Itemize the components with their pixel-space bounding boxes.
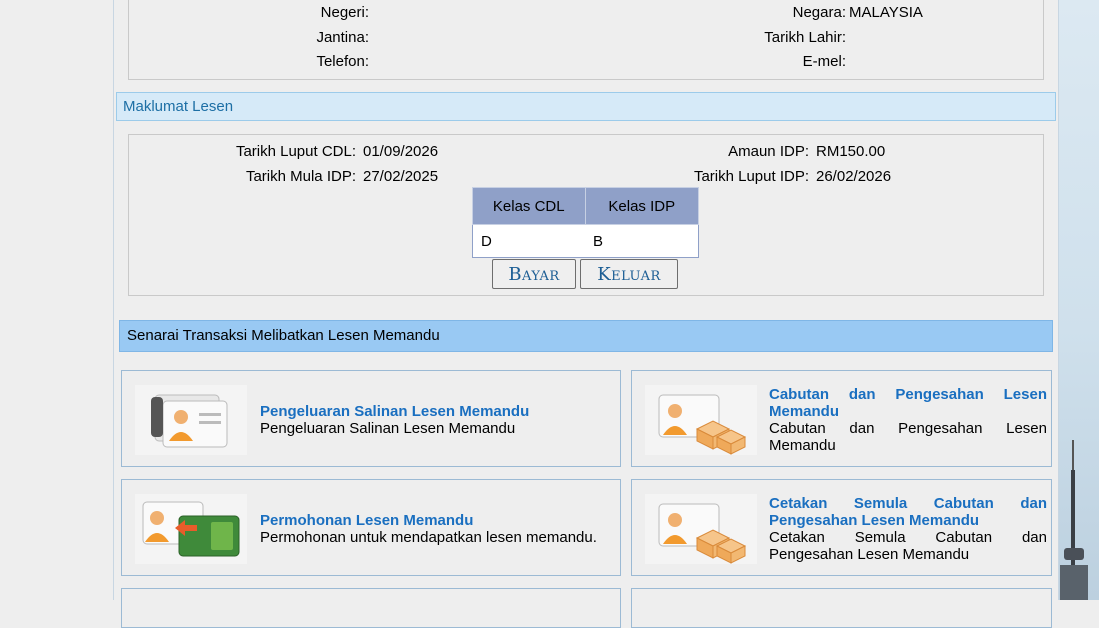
card-title[interactable]: Permohonan Lesen Memandu <box>260 512 610 529</box>
card-text: Cetakan Semula Cabutan dan Pengesahan Le… <box>769 495 1047 563</box>
transaction-card-cetakan-semula[interactable]: Cetakan Semula Cabutan dan Pengesahan Le… <box>631 479 1052 576</box>
tarikh-mula-idp-label: Tarikh Mula IDP: <box>245 168 356 185</box>
transaction-card-partial-left[interactable] <box>121 588 621 628</box>
telefon-label: Telefon: <box>316 53 369 70</box>
transaction-card-cabutan-pengesahan[interactable]: Cabutan dan Pengesahan Lesen Memandu Cab… <box>631 370 1052 467</box>
card-desc: Cetakan Semula Cabutan dan Pengesahan Le… <box>769 529 1047 563</box>
card-title[interactable]: Cetakan Semula Cabutan dan Pengesahan Le… <box>769 495 1047 529</box>
card-text: Cabutan dan Pengesahan Lesen Memandu Cab… <box>769 386 1047 454</box>
kelas-idp-cell: B <box>585 224 699 258</box>
page-content: Negeri: Negara: MALAYSIA Jantina: Tarikh… <box>113 0 1059 628</box>
tarikh-lahir-label: Tarikh Lahir: <box>764 29 846 46</box>
tarikh-luput-cdl-value: 01/09/2026 <box>363 143 439 160</box>
tower-antenna <box>1072 440 1074 472</box>
tarikh-mula-idp-value: 27/02/2025 <box>363 168 439 185</box>
transaction-card-partial-right[interactable] <box>631 588 1052 628</box>
kelas-table: Kelas CDL Kelas IDP D B <box>472 187 699 258</box>
tower-pod <box>1064 548 1084 560</box>
license-apply-icon <box>135 494 247 564</box>
keluar-button[interactable]: Keluar <box>580 259 678 289</box>
background-skyline <box>1058 0 1099 600</box>
kelas-idp-header: Kelas IDP <box>584 187 699 225</box>
table-row: D B <box>472 224 699 258</box>
license-boxes-icon <box>645 494 757 564</box>
tarikh-luput-cdl-label: Tarikh Luput CDL: <box>235 143 356 160</box>
card-text: Permohonan Lesen Memandu Permohonan untu… <box>260 512 610 546</box>
amaun-idp-value: RM150.00 <box>816 143 886 160</box>
transaction-card-permohonan-lesen[interactable]: Permohonan Lesen Memandu Permohonan untu… <box>121 479 621 576</box>
card-title[interactable]: Cabutan dan Pengesahan Lesen Memandu <box>769 386 1047 420</box>
maklumat-lesen-header: Maklumat Lesen <box>116 92 1056 121</box>
card-desc: Permohonan untuk mendapatkan lesen meman… <box>260 529 597 546</box>
license-boxes-icon <box>645 385 757 455</box>
jantina-label: Jantina: <box>316 29 369 46</box>
tarikh-luput-idp-value: 26/02/2026 <box>816 168 892 185</box>
personal-info-box: Negeri: Negara: MALAYSIA Jantina: Tarikh… <box>128 0 1044 80</box>
emel-label: E-mel: <box>802 53 846 70</box>
transaction-card-pengeluaran-salinan[interactable]: Pengeluaran Salinan Lesen Memandu Pengel… <box>121 370 621 467</box>
negara-label: Negara: <box>792 4 846 21</box>
kelas-cdl-cell: D <box>472 224 585 258</box>
license-card-icon <box>135 385 247 455</box>
senarai-transaksi-header: Senarai Transaksi Melibatkan Lesen Meman… <box>119 320 1053 352</box>
card-text: Pengeluaran Salinan Lesen Memandu Pengel… <box>260 403 610 437</box>
tarikh-luput-idp-label: Tarikh Luput IDP: <box>693 168 809 185</box>
card-title[interactable]: Pengeluaran Salinan Lesen Memandu <box>260 403 610 420</box>
bayar-button[interactable]: Bayar <box>492 259 576 289</box>
negeri-label: Negeri: <box>320 4 369 21</box>
license-info-box: Tarikh Luput CDL: 01/09/2026 Amaun IDP: … <box>128 134 1044 296</box>
kelas-table-header-row: Kelas CDL Kelas IDP <box>472 187 699 225</box>
amaun-idp-label: Amaun IDP: <box>728 143 809 160</box>
card-desc: Pengeluaran Salinan Lesen Memandu <box>260 420 516 437</box>
negara-value: MALAYSIA <box>849 4 923 21</box>
kelas-cdl-header: Kelas CDL <box>472 187 586 225</box>
tower-base <box>1060 565 1088 600</box>
card-desc: Cabutan dan Pengesahan Lesen Memandu <box>769 420 1047 454</box>
